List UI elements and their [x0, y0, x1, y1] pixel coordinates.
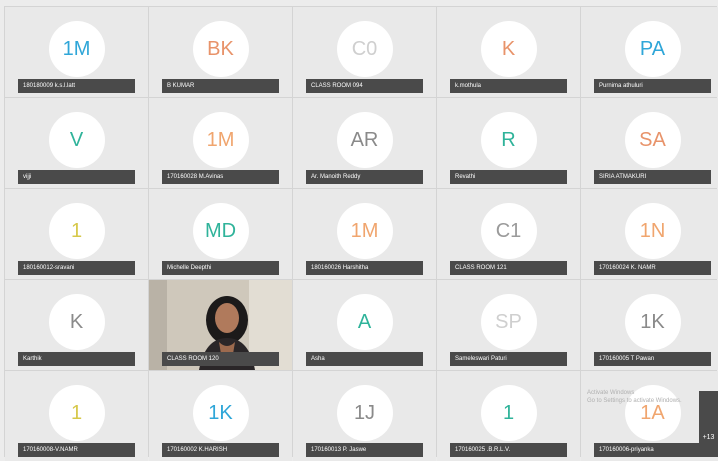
activate-windows-watermark: Activate Windows Go to Settings to activa… [587, 389, 682, 405]
participant-tile[interactable]: 1J 170160013 P. Jaswe [293, 371, 436, 461]
avatar: 1 [480, 385, 537, 441]
avatar: K [48, 294, 105, 350]
participant-name: CLASS ROOM 094 [306, 79, 423, 93]
participant-tile[interactable]: 1M 180160026 Harshitha [293, 189, 436, 279]
participant-name: Sameleswari Paturi [450, 352, 567, 366]
participant-name: 170160028 M.Avinas [162, 170, 279, 184]
avatar: V [48, 112, 105, 168]
participant-name: Michelle Deepthi [162, 261, 279, 275]
participant-grid: 1M 180180009 k.s.l.latt BK B KUMAR C0 CLASS R… [4, 6, 718, 461]
participant-tile[interactable]: 1 170160025 .B.R.L.V. [437, 371, 580, 461]
avatar: C0 [336, 21, 393, 77]
avatar: 1K [624, 294, 681, 350]
watermark-line1: Activate Windows [587, 390, 635, 396]
participant-video-tile[interactable]: CLASS ROOM 120 [149, 280, 292, 370]
participant-tile[interactable]: K Karthik [5, 280, 148, 370]
participant-name: 170160025 .B.R.L.V. [450, 443, 567, 457]
avatar: R [480, 112, 537, 168]
participant-name: 170160013 P. Jaswe [306, 443, 423, 457]
participant-name: SIRIA ATMAKURI [594, 170, 711, 184]
participant-name: Karthik [18, 352, 135, 366]
participant-tile[interactable]: 1K 170160005 T Pawan [581, 280, 718, 370]
participant-tile[interactable]: BK B KUMAR [149, 7, 292, 97]
avatar: 1M [336, 203, 393, 259]
participant-tile[interactable]: MD Michelle Deepthi [149, 189, 292, 279]
participant-tile[interactable]: 1K 170160002 K.HARISH [149, 371, 292, 461]
participant-tile[interactable]: A Asha [293, 280, 436, 370]
participant-tile[interactable]: C0 CLASS ROOM 094 [293, 7, 436, 97]
participant-name: 180160026 Harshitha [306, 261, 423, 275]
participant-name: CLASS ROOM 121 [450, 261, 567, 275]
participant-name: 170160002 K.HARISH [162, 443, 279, 457]
participant-name: vijji [18, 170, 135, 184]
participant-name: Asha [306, 352, 423, 366]
avatar: MD [192, 203, 249, 259]
participant-tile[interactable]: 1 170160008-V.NAMR [5, 371, 148, 461]
avatar: BK [192, 21, 249, 77]
avatar: 1 [48, 385, 105, 441]
participant-tile[interactable]: 1M 180180009 k.s.l.latt [5, 7, 148, 97]
participant-tile[interactable]: SA SIRIA ATMAKURI [581, 98, 718, 188]
participant-tile[interactable]: PA Purnima athuluri [581, 7, 718, 97]
watermark-line2: Go to Settings to activate Windows. [587, 398, 682, 404]
participant-name: 170160006-priyanka [594, 443, 711, 457]
avatar: PA [624, 21, 681, 77]
avatar: SA [624, 112, 681, 168]
participant-name: B KUMAR [162, 79, 279, 93]
avatar: C1 [480, 203, 537, 259]
avatar: 1M [48, 21, 105, 77]
participant-name: k.mothula [450, 79, 567, 93]
avatar: 1 [48, 203, 105, 259]
avatar: 1N [624, 203, 681, 259]
more-participants-button[interactable]: +13 [699, 391, 718, 457]
participant-tile[interactable]: 1 180160012-sravani [5, 189, 148, 279]
avatar: SP [480, 294, 537, 350]
participant-name: 170160005 T Pawan [594, 352, 711, 366]
participant-name: 180160012-sravani [18, 261, 135, 275]
participant-tile[interactable]: AR Ar. Manoith Reddy [293, 98, 436, 188]
participant-name: 170160008-V.NAMR [18, 443, 135, 457]
participant-tile[interactable]: 1M 170160028 M.Avinas [149, 98, 292, 188]
avatar: A [336, 294, 393, 350]
participant-tile[interactable]: SP Sameleswari Paturi [437, 280, 580, 370]
participant-name: Revathi [450, 170, 567, 184]
avatar: K [480, 21, 537, 77]
participant-name: Purnima athuluri [594, 79, 711, 93]
avatar: 1K [192, 385, 249, 441]
participant-tile[interactable]: Vvijji [5, 98, 148, 188]
avatar: 1J [336, 385, 393, 441]
participant-name: 170160024 K. NAMR [594, 261, 711, 275]
participant-tile[interactable]: C1 CLASS ROOM 121 [437, 189, 580, 279]
participant-name: CLASS ROOM 120 [162, 352, 279, 366]
participant-tile[interactable]: Kk.mothula [437, 7, 580, 97]
participant-name: 180180009 k.s.l.latt [18, 79, 135, 93]
participant-name: Ar. Manoith Reddy [306, 170, 423, 184]
participant-tile[interactable]: 1N 170160024 K. NAMR [581, 189, 718, 279]
participant-tile[interactable]: 1A 170160006-priyanka Activate Windows Go t… [581, 371, 718, 461]
avatar: AR [336, 112, 393, 168]
avatar: 1M [192, 112, 249, 168]
participant-tile[interactable]: R Revathi [437, 98, 580, 188]
